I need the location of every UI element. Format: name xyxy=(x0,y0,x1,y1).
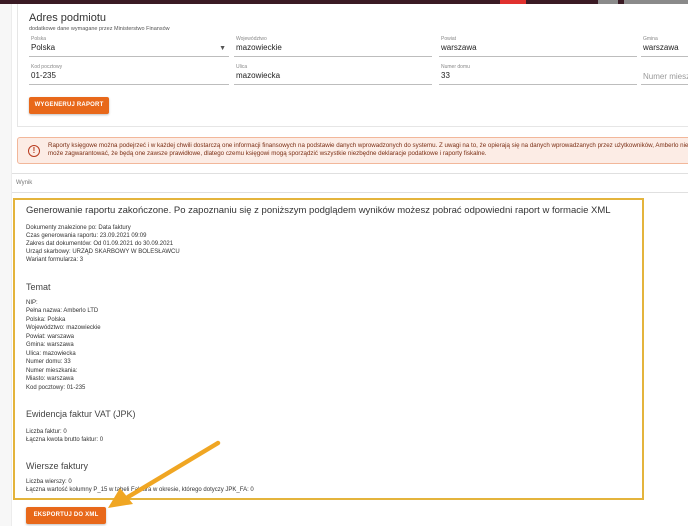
side-rail xyxy=(0,4,12,526)
street-value: mazowiecka xyxy=(236,71,281,80)
street-label: Ulica xyxy=(236,64,248,70)
subject-section-title: Temat xyxy=(26,282,51,292)
address-title: Adres podmiotu xyxy=(29,12,107,24)
subject-line: Numer mieszkania: xyxy=(26,368,78,374)
subject-line: Województwo: mazowieckie xyxy=(26,325,101,331)
postal-code-label: Kod pocztowy xyxy=(31,64,63,70)
municipality-label: Gmina xyxy=(643,36,658,42)
country-label: Polska xyxy=(31,36,47,42)
subject-line: Miasto: warszawa xyxy=(26,376,74,382)
subject-line: NIP: xyxy=(26,300,38,306)
county-value: warszawa xyxy=(441,43,477,52)
rows-line: Liczba wierszy: 0 xyxy=(26,479,72,485)
result-label: Wynik xyxy=(16,180,33,186)
chevron-down-icon: ▼ xyxy=(219,45,226,52)
report-preview: Generowanie raportu zakończone. Po zapoz… xyxy=(13,198,644,500)
address-subtitle: dodatkowe dane wymagane przez Ministerst… xyxy=(29,26,170,32)
voivodeship-value: mazowieckie xyxy=(236,43,282,52)
meta-line: Czas generowania raportu: 23.09.2021 09:… xyxy=(26,233,147,239)
voivodeship-field[interactable]: Województwo mazowieckie xyxy=(234,36,432,57)
meta-line: Urząd skarbowy: URZĄD SKARBOWY W BOLESŁA… xyxy=(26,249,180,255)
country-value: Polska xyxy=(31,43,56,52)
meta-line: Dokumenty znalezione po: Data faktury xyxy=(26,225,131,231)
meta-line: Wariant formularza: 3 xyxy=(26,257,84,263)
report-heading: Generowanie raportu zakończone. Po zapoz… xyxy=(26,205,611,216)
subject-line: Pełna nazwa: Amberlo LTD xyxy=(26,308,99,314)
municipality-field[interactable]: Gmina warszawa xyxy=(641,36,688,57)
generate-report-button[interactable]: WYGENERUJ RAPORT xyxy=(29,97,109,114)
vat-line: Łączna kwota brutto faktur: 0 xyxy=(26,437,104,443)
meta-line: Zakres dat dokumentów: Od 01.09.2021 do … xyxy=(26,241,174,247)
subject-line: Ulica: mazowiecka xyxy=(26,351,76,357)
county-field[interactable]: Powiat warszawa xyxy=(439,36,637,57)
exclamation-circle-icon: ! xyxy=(28,145,40,157)
rows-line: Łączna wartość kolumny P_15 w tabeli Fak… xyxy=(26,487,254,493)
address-card: Adres podmiotu dodatkowe dane wymagane p… xyxy=(17,4,688,127)
county-label: Powiat xyxy=(441,36,457,42)
info-alert: ! Raporty księgowe można podejrzeć i w k… xyxy=(17,137,688,164)
export-xml-button[interactable]: EKSPORTUJ DO XML xyxy=(26,507,106,524)
subject-line: Numer domu: 33 xyxy=(26,359,71,365)
subject-line: Gmina: warszawa xyxy=(26,342,74,348)
street-field[interactable]: Ulica mazowiecka xyxy=(234,64,432,85)
apartment-number-field[interactable]: Numer mieszk xyxy=(641,65,688,85)
vat-line: Liczba faktur: 0 xyxy=(26,429,67,435)
vat-section-title: Ewidencja faktur VAT (JPK) xyxy=(26,409,136,419)
postal-code-value: 01-235 xyxy=(31,71,56,80)
alert-text: Raporty księgowe można podejrzeć i w każ… xyxy=(48,142,688,157)
house-number-field[interactable]: Numer domu 33 xyxy=(439,64,637,85)
subject-line: Powiat: warszawa xyxy=(26,334,75,340)
house-number-label: Numer domu xyxy=(441,64,470,70)
apartment-number-placeholder: Numer mieszk xyxy=(643,72,688,81)
house-number-value: 33 xyxy=(441,71,450,80)
country-select[interactable]: Polska Polska ▼ xyxy=(29,36,229,57)
subject-line: Kod pocztowy: 01-235 xyxy=(26,385,86,391)
voivodeship-label: Województwo xyxy=(236,36,267,42)
rows-section-title: Wiersze faktury xyxy=(26,461,89,471)
result-section-header: Wynik xyxy=(12,173,688,193)
subject-line: Polska: Polska xyxy=(26,317,66,323)
municipality-value: warszawa xyxy=(643,43,679,52)
postal-code-field[interactable]: Kod pocztowy 01-235 xyxy=(29,64,229,85)
